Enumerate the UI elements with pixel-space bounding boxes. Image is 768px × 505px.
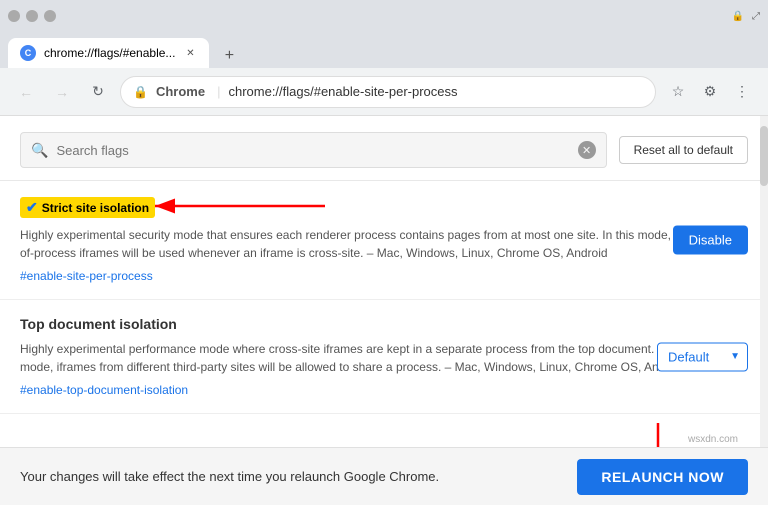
window-resize-icon: ⤢: [752, 11, 760, 22]
toolbar: ← → ↻ 🔒 Chrome | chrome://flags/#enable-…: [0, 68, 768, 116]
flag-name: Top document isolation: [20, 316, 177, 332]
search-icon: 🔍: [31, 142, 48, 159]
relaunch-bar: Your changes will take effect the next t…: [0, 447, 768, 505]
flag-header: ✔ Strict site isolation: [20, 197, 748, 218]
minimize-window-button[interactable]: [26, 10, 38, 22]
flags-header: 🔍 ✕ Reset all to default: [0, 116, 768, 181]
security-icon: 🔒: [133, 85, 148, 99]
flag-control: Disable: [673, 226, 748, 255]
window-lock-icon: 🔒: [732, 11, 744, 22]
toolbar-right: ☆ ⚙ ⋮: [664, 78, 756, 106]
new-tab-button[interactable]: +: [217, 44, 241, 68]
page-content: 🔍 ✕ Reset all to default ✔ Strict site i…: [0, 116, 768, 505]
relaunch-message: Your changes will take effect the next t…: [20, 469, 561, 484]
flag-link-2[interactable]: #enable-top-document-isolation: [20, 383, 188, 397]
address-separator: |: [217, 84, 220, 99]
disable-button[interactable]: Disable: [673, 226, 748, 255]
relaunch-now-button[interactable]: RELAUNCH NOW: [577, 459, 748, 495]
reset-all-button[interactable]: Reset all to default: [619, 136, 748, 164]
annotation-arrow: [150, 189, 330, 224]
tab-title: chrome://flags/#enable...: [44, 46, 175, 60]
close-window-button[interactable]: [8, 10, 20, 22]
flag-control-2: Default Enabled Disabled ▼: [657, 342, 748, 371]
tab-favicon: C: [20, 45, 36, 61]
checkmark-icon: ✔: [26, 199, 38, 216]
flag-description: Highly experimental security mode that e…: [20, 226, 700, 262]
window-controls: [8, 10, 56, 22]
watermark: wsxdn.com: [688, 434, 738, 445]
address-bar[interactable]: 🔒 Chrome | chrome://flags/#enable-site-p…: [120, 76, 656, 108]
extension-button[interactable]: ⚙: [696, 78, 724, 106]
menu-button[interactable]: ⋮: [728, 78, 756, 106]
active-tab[interactable]: C chrome://flags/#enable... ✕: [8, 38, 209, 68]
tab-close-button[interactable]: ✕: [183, 46, 197, 60]
tab-bar: C chrome://flags/#enable... ✕ +: [0, 32, 768, 68]
flag-item: ✔ Strict site isolation Highly experimen…: [0, 181, 768, 300]
flag-badge-text: Strict site isolation: [42, 201, 149, 215]
flag-enabled-badge: ✔ Strict site isolation: [20, 197, 155, 218]
flag-select[interactable]: Default Enabled Disabled: [657, 342, 748, 371]
scrollbar-thumb[interactable]: [760, 126, 768, 186]
chrome-label: Chrome: [156, 84, 205, 99]
search-clear-button[interactable]: ✕: [578, 141, 596, 159]
flag-link[interactable]: #enable-site-per-process: [20, 269, 153, 283]
flag-item: Top document isolation Highly experiment…: [0, 300, 768, 414]
forward-button[interactable]: →: [48, 78, 76, 106]
reload-button[interactable]: ↻: [84, 78, 112, 106]
maximize-window-button[interactable]: [44, 10, 56, 22]
search-input[interactable]: [56, 143, 569, 158]
address-url: chrome://flags/#enable-site-per-process: [228, 84, 457, 99]
flag-description-2: Highly experimental performance mode whe…: [20, 340, 700, 376]
back-button[interactable]: ←: [12, 78, 40, 106]
search-box[interactable]: 🔍 ✕: [20, 132, 607, 168]
page-scrollbar[interactable]: [760, 116, 768, 447]
bookmark-button[interactable]: ☆: [664, 78, 692, 106]
title-bar: 🔒 ⤢: [0, 0, 768, 32]
select-wrapper[interactable]: Default Enabled Disabled ▼: [657, 342, 748, 371]
flag-header-2: Top document isolation: [20, 316, 748, 332]
